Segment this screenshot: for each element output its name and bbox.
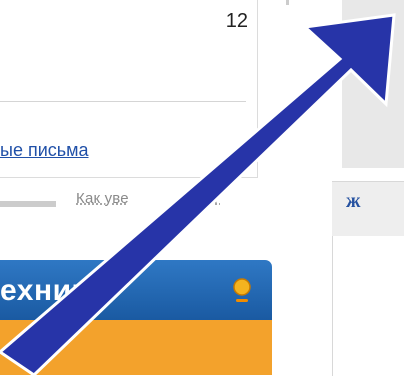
right-card-title[interactable]: ж — [346, 190, 361, 213]
help-question-tail: ь? — [203, 190, 221, 207]
divider — [0, 101, 246, 102]
left-panel: 12 ые письма Как уве ь? ехника — [0, 0, 272, 375]
tech-title: ехника — [0, 274, 105, 307]
right-card-header — [332, 182, 404, 236]
help-question-link[interactable]: Как уве ь? — [76, 190, 220, 207]
orange-section — [0, 320, 272, 375]
message-count: 12 — [225, 10, 248, 32]
progress-bar — [0, 201, 56, 207]
help-question-text: Как уве — [76, 190, 129, 207]
bulb-icon — [233, 278, 251, 302]
unread-messages-link[interactable]: ые письма — [0, 140, 89, 161]
scrollbar[interactable] — [286, 0, 289, 5]
right-banner — [342, 0, 404, 168]
